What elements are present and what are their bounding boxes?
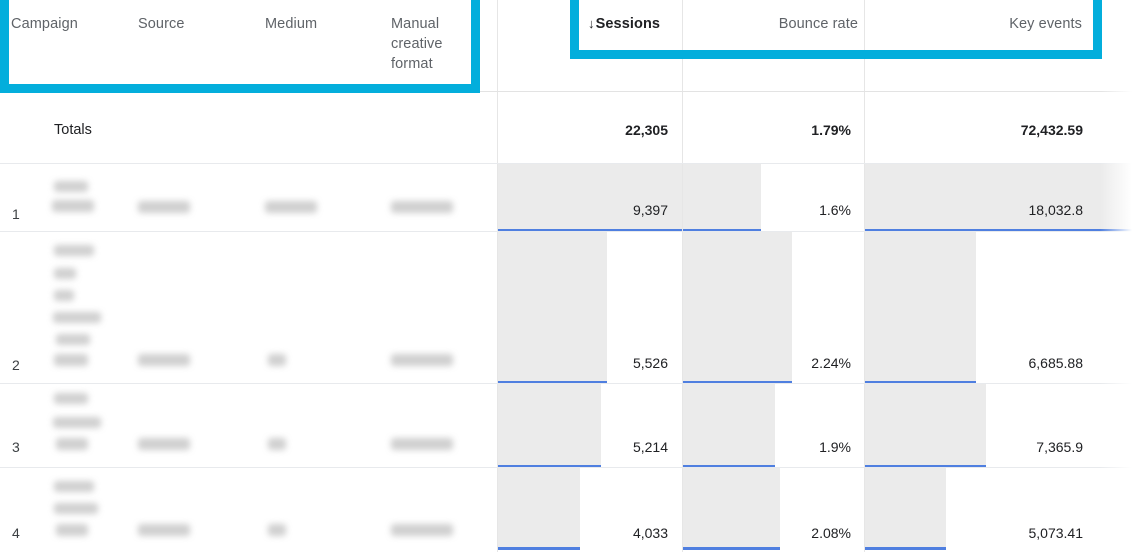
campaign-value-redacted — [54, 245, 94, 256]
medium-value-redacted — [268, 438, 286, 450]
campaign-value-redacted — [54, 481, 94, 492]
totals-key-events-value: 72,432.59 — [1020, 122, 1083, 138]
traffic-acquisition-table: Campaign Source Medium Manual creative f… — [0, 0, 1140, 552]
manual-creative-format-value-redacted — [391, 354, 453, 366]
campaign-value-redacted — [53, 312, 101, 323]
row-index: 4 — [12, 525, 20, 541]
source-value-redacted — [138, 201, 190, 213]
table-row[interactable]: 1 9,397 1.6% 18,032.8 — [0, 164, 1140, 232]
source-value-redacted — [138, 524, 190, 536]
totals-bounce-rate-value: 1.79% — [811, 122, 851, 138]
key-events-bar — [865, 164, 1140, 232]
sessions-value: 4,033 — [632, 525, 668, 541]
row-index: 1 — [12, 206, 20, 222]
bounce-rate-value: 1.6% — [819, 202, 851, 218]
table-row[interactable]: 4 4,033 2.08% 5,073.41 — [0, 468, 1140, 552]
sessions-bar — [498, 164, 682, 232]
sessions-value: 5,526 — [632, 355, 668, 371]
key-events-value: 5,073.41 — [1028, 525, 1084, 541]
table-row[interactable]: 2 5,526 2.24% 6,685.88 — [0, 232, 1140, 384]
medium-value-redacted — [265, 201, 317, 213]
campaign-value-redacted — [56, 334, 90, 345]
campaign-value-redacted — [54, 181, 88, 192]
source-value-redacted — [138, 354, 190, 366]
bounce-rate-bar — [683, 164, 761, 232]
key-events-value: 6,685.88 — [1028, 355, 1084, 371]
campaign-value-redacted — [54, 354, 88, 366]
column-header-campaign[interactable]: Campaign — [11, 14, 121, 34]
campaign-value-redacted — [52, 200, 94, 212]
column-header-manual-creative-format[interactable]: Manual creative format — [391, 14, 453, 74]
medium-value-redacted — [268, 354, 286, 366]
key-events-value: 18,032.8 — [1028, 202, 1084, 218]
column-header-medium[interactable]: Medium — [265, 14, 365, 34]
campaign-value-redacted — [54, 393, 88, 404]
column-header-source[interactable]: Source — [138, 14, 238, 34]
medium-value-redacted — [268, 524, 286, 536]
arrow-down-icon: ↓ — [588, 16, 595, 31]
manual-creative-format-value-redacted — [391, 201, 453, 213]
table-row[interactable]: 3 5,214 1.9% 7,365.9 — [0, 384, 1140, 468]
campaign-value-redacted — [54, 268, 76, 279]
campaign-value-redacted — [53, 417, 101, 428]
manual-creative-format-value-redacted — [391, 524, 453, 536]
bounce-rate-value: 1.9% — [819, 439, 851, 455]
manual-creative-format-value-redacted — [391, 438, 453, 450]
key-events-value: 7,365.9 — [1036, 439, 1083, 455]
column-header-sessions[interactable]: ↓Sessions — [588, 14, 698, 34]
row-index: 2 — [12, 357, 20, 373]
table-header-row: Campaign Source Medium Manual creative f… — [0, 0, 1140, 92]
campaign-value-redacted — [56, 438, 88, 450]
totals-sessions-value: 22,305 — [625, 122, 668, 138]
sessions-value: 9,397 — [632, 202, 668, 218]
row-index: 3 — [12, 439, 20, 455]
column-header-bounce-rate[interactable]: Bounce rate — [690, 14, 858, 34]
analytics-table-screenshot: Campaign Source Medium Manual creative f… — [0, 0, 1140, 552]
sessions-value: 5,214 — [632, 439, 668, 455]
source-value-redacted — [138, 438, 190, 450]
bounce-rate-value: 2.24% — [811, 355, 851, 371]
campaign-value-redacted — [54, 290, 74, 301]
column-header-key-events[interactable]: Key events — [872, 14, 1082, 34]
column-header-sessions-label: Sessions — [595, 16, 661, 32]
campaign-value-redacted — [54, 503, 98, 514]
bounce-rate-value: 2.08% — [811, 525, 851, 541]
totals-label: Totals — [54, 122, 92, 138]
campaign-value-redacted — [56, 524, 88, 536]
totals-row: Totals 22,305 1.79% 72,432.59 — [0, 92, 1140, 164]
